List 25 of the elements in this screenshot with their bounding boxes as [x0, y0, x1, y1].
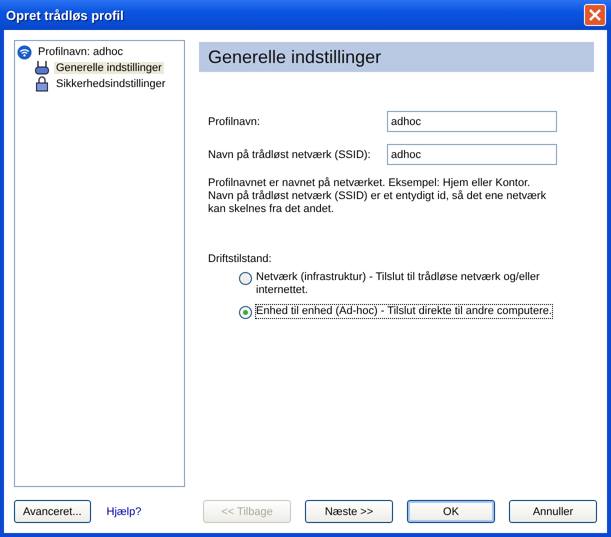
- wifi-icon: [17, 44, 32, 60]
- tree-item[interactable]: Generelle indstillinger: [54, 62, 164, 74]
- dialog-button[interactable]: Næste >>: [305, 500, 393, 523]
- radio-button[interactable]: [239, 272, 252, 285]
- input-field[interactable]: adhoc: [387, 111, 557, 132]
- tree-item[interactable]: Sikkerhedsindstillinger: [54, 78, 168, 90]
- lock-icon: [34, 76, 50, 92]
- mode-label: Driftstilstand:: [208, 253, 273, 265]
- radio-label[interactable]: Enhed til enhed (Ad-hoc) - Tilslut direkte til andre computere.: [256, 305, 552, 318]
- input-field[interactable]: adhoc: [387, 144, 557, 165]
- advanced-button[interactable]: Avanceret...: [14, 500, 90, 523]
- radio-label[interactable]: Netværk (infrastruktur) - Tilslut til trådløse netværk og/eller internettet.: [256, 271, 546, 297]
- help-link[interactable]: Hjælp?: [106, 506, 142, 518]
- close-button[interactable]: [584, 4, 606, 26]
- dialog-button[interactable]: Annuller: [509, 500, 597, 523]
- router-icon: [34, 60, 50, 76]
- field-label: Profilnavn:: [208, 116, 260, 128]
- field-label: Navn på trådløst netværk (SSID):: [208, 148, 371, 160]
- description-text: Profilnavnet er navnet på netværket. Eksempel: Hjem eller Kontor. Navn på trådløst netværk (SSID) er et entydigt id, så det ene netværk kan skelnes fra det andet.: [208, 177, 548, 216]
- window-title: Opret trådløs profil: [6, 8, 124, 22]
- dialog-button[interactable]: OK: [407, 500, 495, 523]
- close-icon: [589, 9, 601, 21]
- radio-button[interactable]: [239, 306, 252, 319]
- section-header: Generelle indstillinger: [199, 42, 594, 72]
- tree-item[interactable]: Profilnavn: adhoc: [36, 46, 125, 58]
